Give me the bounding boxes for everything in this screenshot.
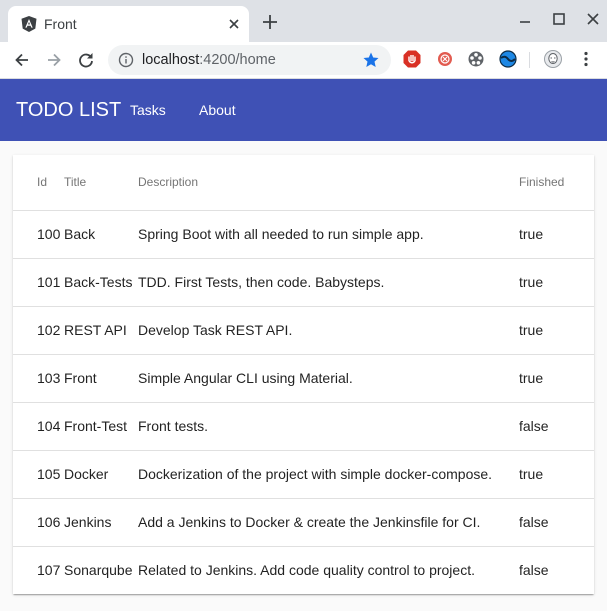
toolbar-separator xyxy=(529,52,530,68)
cell-title: Sonarqube xyxy=(64,562,133,579)
cell-id: 101 xyxy=(13,258,64,307)
cell-id: 103 xyxy=(13,354,64,403)
cell-title: Back-Tests xyxy=(64,258,138,307)
cell-finished: true xyxy=(519,210,594,259)
url-host: localhost xyxy=(142,52,200,68)
cell-id: 100 xyxy=(13,210,64,259)
address-bar[interactable]: localhost:4200/home xyxy=(108,45,391,75)
cell-finished: true xyxy=(519,258,594,307)
column-header-id: Id xyxy=(13,155,64,211)
cell-finished: false xyxy=(519,402,594,451)
cell-title: REST API xyxy=(64,306,138,355)
window-close-icon[interactable] xyxy=(583,9,603,29)
cell-id: 107 xyxy=(37,562,61,579)
cell-finished: true xyxy=(519,306,594,355)
browser-tab[interactable]: Front xyxy=(8,6,249,42)
app-title: TODO LIST xyxy=(16,99,122,121)
close-icon[interactable] xyxy=(226,16,242,32)
cell-id: 102 xyxy=(13,306,64,355)
table-row[interactable]: 102 REST API Develop Task REST API. true xyxy=(13,306,594,355)
column-header-description: Description xyxy=(138,155,519,211)
url-text: localhost:4200/home xyxy=(142,51,276,69)
table-row[interactable]: 106 Jenkins Add a Jenkins to Docker & cr… xyxy=(13,498,594,547)
main-content: Id Title Description Finished 100 Back S… xyxy=(0,141,607,611)
cell-description: TDD. First Tests, then code. Babysteps. xyxy=(138,258,519,307)
nav-link-about[interactable]: About xyxy=(199,101,236,119)
tab-title: Front xyxy=(44,16,77,32)
reload-icon[interactable] xyxy=(76,50,96,70)
ublock-extension-icon[interactable] xyxy=(402,49,422,69)
globe-extension-icon[interactable] xyxy=(498,49,518,69)
cell-description: Develop Task REST API. xyxy=(138,306,519,355)
table-row[interactable]: 100 Back Spring Boot with all needed to … xyxy=(13,210,594,259)
cell-title: Docker xyxy=(64,450,138,499)
table-row[interactable]: 107 Sonarqube Related to Jenkins. Add co… xyxy=(13,546,594,594)
url-path: :4200/home xyxy=(199,52,276,68)
tasks-table: Id Title Description Finished 100 Back S… xyxy=(13,155,594,594)
angular-favicon-icon xyxy=(21,16,37,32)
red-circle-extension-icon[interactable] xyxy=(435,49,455,69)
cell-description: Add a Jenkins to Docker & create the Jen… xyxy=(138,498,519,547)
star-icon[interactable] xyxy=(362,51,380,69)
app-toolbar: TODO LIST Tasks About xyxy=(0,79,607,141)
film-reel-extension-icon[interactable] xyxy=(466,49,486,69)
table-row[interactable]: 105 Docker Dockerization of the project … xyxy=(13,450,594,499)
info-icon[interactable] xyxy=(118,52,134,68)
cell-description: Spring Boot with all needed to run simpl… xyxy=(138,210,519,259)
tasks-table-card: Id Title Description Finished 100 Back S… xyxy=(13,155,594,594)
back-arrow-icon[interactable] xyxy=(12,50,32,70)
cell-title: Back xyxy=(64,210,138,259)
browser-toolbar: localhost:4200/home xyxy=(0,42,607,79)
browser-tabstrip: Front xyxy=(0,0,607,42)
cell-title: Jenkins xyxy=(64,498,138,547)
menu-kebab-icon[interactable] xyxy=(576,49,596,69)
cell-finished: false xyxy=(519,498,594,547)
table-row[interactable]: 104 Front-Test Front tests. false xyxy=(13,402,594,451)
cell-finished: false xyxy=(519,562,549,579)
cell-finished: true xyxy=(519,450,594,499)
cell-description: Front tests. xyxy=(138,402,519,451)
cell-title: Front-Test xyxy=(64,402,138,451)
table-header-row: Id Title Description Finished xyxy=(13,155,594,211)
cell-title: Front xyxy=(64,354,138,403)
cell-id: 105 xyxy=(13,450,64,499)
table-row[interactable]: 101 Back-Tests TDD. First Tests, then co… xyxy=(13,258,594,307)
forward-arrow-icon[interactable] xyxy=(44,50,64,70)
cell-description: Related to Jenkins. Add code quality con… xyxy=(138,562,475,579)
table-row[interactable]: 103 Front Simple Angular CLI using Mater… xyxy=(13,354,594,403)
column-header-title: Title xyxy=(64,155,138,211)
nav-link-tasks[interactable]: Tasks xyxy=(130,101,166,119)
cell-finished: true xyxy=(519,354,594,403)
cell-id: 106 xyxy=(13,498,64,547)
maximize-icon[interactable] xyxy=(549,9,569,29)
cell-description: Dockerization of the project with simple… xyxy=(138,450,519,499)
cell-id: 104 xyxy=(13,402,64,451)
minimize-icon[interactable] xyxy=(515,11,535,31)
column-header-finished: Finished xyxy=(519,155,594,211)
profile-avatar-icon[interactable] xyxy=(543,49,563,69)
cell-description: Simple Angular CLI using Material. xyxy=(138,354,519,403)
plus-icon[interactable] xyxy=(260,12,280,32)
